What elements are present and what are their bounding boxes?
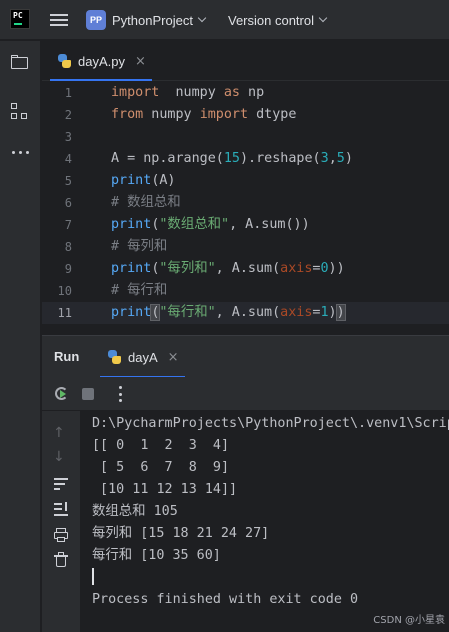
run-toolbar [42,377,449,411]
code-line[interactable]: 2 from numpy import dtype [42,104,449,126]
code-text: A = np.arange(15).reshape(3,5) [111,151,353,166]
line-number: 4 [64,152,72,166]
code-text: # 数组总和 [111,195,181,210]
code-line[interactable]: 10 # 每行和 [42,280,449,302]
python-file-icon [106,349,122,365]
editor-tab-label: dayA.py [78,53,125,69]
code-line[interactable]: 3 [42,126,449,148]
console-line: 每行和 [10 35 60] [92,548,221,563]
rerun-icon[interactable] [54,386,70,402]
pycharm-logo-icon[interactable]: PC [10,9,30,29]
code-text: print("数组总和", A.sum()) [111,217,310,232]
console-line: Process finished with exit code 0 [92,592,359,607]
python-file-icon [56,53,72,69]
structure-icon[interactable] [9,101,31,123]
run-tab-daya[interactable]: dayA × [100,336,185,378]
code-line[interactable]: 4 A = np.arange(15).reshape(3,5) [42,148,449,170]
tool-window-stripe [0,41,41,632]
console-line: [[ 0 1 2 3 4] [92,438,230,453]
project-name: PythonProject [112,12,193,28]
stop-icon[interactable] [82,388,94,400]
soft-wrap-icon[interactable] [53,475,69,491]
line-number: 6 [64,196,72,210]
editor-tab-bar: dayA.py × [42,41,449,81]
watermark: CSDN @小星袁 [373,615,445,626]
line-number: 8 [64,240,72,254]
code-line[interactable]: 9 print("每列和", A.sum(axis=0)) [42,258,449,280]
project-switcher-button[interactable]: PP PythonProject [86,7,207,33]
line-number: 2 [64,108,72,122]
code-text: print("每行和", A.sum(axis=1)) [111,304,346,321]
close-icon[interactable]: × [168,350,179,365]
line-number: 11 [57,306,72,320]
console-line: 每列和 [15 18 21 24 27] [92,526,270,541]
chevron-down-icon [318,13,328,23]
trash-icon[interactable] [53,552,69,568]
run-console-output[interactable]: CSDN @小星袁 D:\PycharmProjects\PythonProje… [80,411,449,632]
code-text: print("每列和", A.sum(axis=0)) [111,261,345,276]
version-control-label: Version control [228,12,314,28]
close-icon[interactable]: × [135,54,146,69]
console-line: [10 11 12 13 14]] [92,482,238,497]
main-menu-icon[interactable] [50,12,68,28]
console-line: [ 5 6 7 8 9] [92,460,230,475]
line-number: 7 [64,218,72,232]
line-number: 3 [64,130,72,144]
run-tool-window-header: Run dayA × [42,335,449,378]
run-side-toolbar: ↑ ↓ [42,411,80,632]
main-toolbar: PC PP PythonProject Version control [0,0,449,40]
more-options-icon[interactable] [118,386,122,402]
scroll-to-end-icon[interactable] [53,501,69,517]
chevron-down-icon [197,13,207,23]
line-number: 9 [64,262,72,276]
arrow-up-icon[interactable]: ↑ [53,425,69,441]
code-text: print(A) [111,173,176,188]
text-caret [92,568,94,585]
code-text: from numpy import dtype [111,107,297,122]
code-line[interactable]: 5 print(A) [42,170,449,192]
line-number: 10 [57,284,72,298]
run-tab-label: dayA [128,349,158,365]
editor-tab-daya[interactable]: dayA.py × [50,41,152,81]
code-line[interactable]: 11 print("每行和", A.sum(axis=1)) [42,302,449,324]
console-line: D:\PycharmProjects\PythonProject\.venv1\… [92,416,449,431]
project-folder-icon[interactable] [9,51,31,73]
project-badge: PP [86,10,106,30]
code-text: # 每列和 [111,239,168,254]
code-line[interactable]: 8 # 每列和 [42,236,449,258]
logo-bar [14,23,22,25]
code-line[interactable]: 1 import numpy as np [42,82,449,104]
code-text: # 每行和 [111,283,168,298]
line-number: 5 [64,174,72,188]
code-line[interactable]: 6 # 数组总和 [42,192,449,214]
arrow-down-icon[interactable]: ↓ [53,449,69,465]
print-icon[interactable] [53,527,69,543]
run-panel-title: Run [54,349,80,364]
version-control-button[interactable]: Version control [228,7,328,33]
code-text: import numpy as np [111,85,265,100]
code-editor[interactable]: 1 import numpy as np 2 from numpy import dt… [42,82,449,334]
more-tools-icon[interactable] [9,141,31,163]
logo-text: PC [13,11,23,20]
console-line: 数组总和 105 [92,504,178,519]
code-line[interactable]: 7 print("数组总和", A.sum()) [42,214,449,236]
line-number: 1 [64,86,72,100]
